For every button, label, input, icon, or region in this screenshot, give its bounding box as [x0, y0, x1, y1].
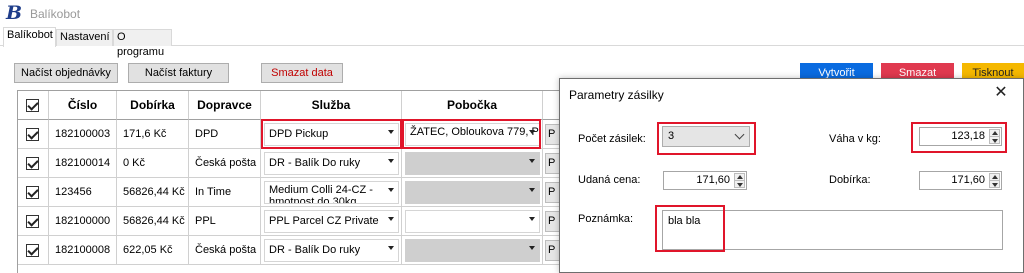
pobocka-dropdown: [405, 239, 540, 262]
dobirka-value: 171,60: [951, 174, 985, 186]
sluzba-value: DR - Balík Do ruky: [269, 244, 361, 256]
sluzba-dropdown[interactable]: DR - Balík Do ruky: [264, 239, 399, 262]
window-title: Balíkobot: [30, 7, 81, 21]
tab-bar: Balíkobot Nastavení O programu: [0, 27, 1024, 58]
sluzba-dropdown[interactable]: DR - Balík Do ruky: [264, 152, 399, 175]
pobocka-dropdown: [405, 152, 540, 175]
cell-dopravce: DPD: [189, 120, 261, 149]
app-window: B Balíkobot Balíkobot Nastavení O progra…: [0, 0, 1024, 273]
column-header-dopravce[interactable]: Dopravce: [189, 91, 261, 120]
cell-pobocka: [402, 207, 543, 236]
dropdown-arrow-icon: [388, 217, 394, 221]
dropdown-arrow-icon: [529, 246, 535, 250]
cell-cislo: 123456: [49, 178, 117, 207]
pocet-highlight: [657, 122, 756, 155]
column-header-cislo[interactable]: Číslo: [49, 91, 117, 120]
dropdown-arrow-icon: [529, 217, 535, 221]
udana-cena-input[interactable]: 171,60: [663, 171, 747, 190]
poznamka-highlight: [655, 205, 725, 252]
row-checkbox[interactable]: [26, 215, 39, 228]
table-row[interactable]: 182100008 622,05 Kč Česká pošta DR - Bal…: [18, 236, 561, 265]
poznamka-label: Poznámka:: [578, 213, 634, 225]
row-checkbox[interactable]: [26, 186, 39, 199]
sluzba-highlight: [261, 119, 402, 149]
row-select-cell[interactable]: [18, 178, 49, 207]
udana-cena-label: Udaná cena:: [578, 174, 641, 186]
cell-pobocka: [402, 149, 543, 178]
cell-dopravce: Česká pošta: [189, 149, 261, 178]
load-orders-button[interactable]: Načíst objednávky: [14, 63, 118, 83]
dropdown-arrow-icon: [388, 188, 394, 192]
cell-cislo: 182100014: [49, 149, 117, 178]
udana-cena-value: 171,60: [696, 174, 730, 186]
row-checkbox[interactable]: [26, 244, 39, 257]
row-checkbox[interactable]: [26, 128, 39, 141]
dropdown-arrow-icon: [388, 159, 394, 163]
dropdown-arrow-icon: [529, 159, 535, 163]
column-header-dobirka[interactable]: Dobírka: [117, 91, 189, 120]
dobirka-input[interactable]: 171,60: [919, 171, 1002, 190]
column-header-pobocka[interactable]: Pobočka: [402, 91, 543, 120]
sluzba-dropdown[interactable]: Medium Colli 24-CZ - hmotnost do 30kg: [264, 181, 399, 204]
app-logo-icon: B: [6, 2, 23, 24]
orders-table: Číslo Dobírka Dopravce Služba Pobočka 18…: [17, 90, 562, 273]
tab-nastaveni[interactable]: Nastavení: [56, 29, 113, 46]
pobocka-highlight: [402, 119, 541, 149]
delete-data-button[interactable]: Smazat data: [261, 63, 343, 83]
cell-dopravce: In Time: [189, 178, 261, 207]
close-icon[interactable]: ✕: [993, 85, 1009, 101]
cell-dobirka: 56826,44 Kč: [117, 178, 189, 207]
cell-dobirka: 171,6 Kč: [117, 120, 189, 149]
select-all-checkbox[interactable]: [26, 99, 39, 112]
row-select-cell[interactable]: [18, 149, 49, 178]
dobirka-label: Dobírka:: [829, 174, 871, 186]
dropdown-arrow-icon: [388, 246, 394, 250]
pocet-label: Počet zásilek:: [578, 133, 646, 145]
spin-down-icon[interactable]: [989, 180, 1000, 188]
tab-o-programu[interactable]: O programu: [113, 29, 172, 58]
vaha-highlight: [911, 122, 1007, 153]
title-bar: B Balíkobot: [0, 0, 1024, 28]
sluzba-value: PPL Parcel CZ Private: [269, 215, 379, 227]
cell-sluzba: PPL Parcel CZ Private: [261, 207, 402, 236]
cell-dobirka: 622,05 Kč: [117, 236, 189, 265]
column-header-sluzba[interactable]: Služba: [261, 91, 402, 120]
sluzba-value: DR - Balík Do ruky: [269, 157, 361, 169]
table-row[interactable]: 182100014 0 Kč Česká pošta DR - Balík Do…: [18, 149, 561, 178]
select-all-cell[interactable]: [18, 91, 49, 120]
table-header: Číslo Dobírka Dopravce Služba Pobočka: [18, 91, 561, 120]
row-checkbox[interactable]: [26, 157, 39, 170]
cell-cislo: 182100008: [49, 236, 117, 265]
spin-down-icon[interactable]: [734, 180, 745, 188]
row-select-cell[interactable]: [18, 207, 49, 236]
cell-pobocka: [402, 236, 543, 265]
cell-dobirka: 0 Kč: [117, 149, 189, 178]
table-row[interactable]: 182100000 56826,44 Kč PPL PPL Parcel CZ …: [18, 207, 561, 236]
row-select-cell[interactable]: [18, 120, 49, 149]
table-row[interactable]: 123456 56826,44 Kč In Time Medium Colli …: [18, 178, 561, 207]
cell-pobocka: [402, 178, 543, 207]
tab-balikobot[interactable]: Balíkobot: [3, 27, 56, 47]
cell-sluzba: DR - Balík Do ruky: [261, 236, 402, 265]
cell-cislo: 182100000: [49, 207, 117, 236]
cell-sluzba: DR - Balík Do ruky: [261, 149, 402, 178]
pobocka-dropdown: [405, 181, 540, 204]
sluzba-dropdown[interactable]: PPL Parcel CZ Private: [264, 210, 399, 233]
cell-dobirka: 56826,44 Kč: [117, 207, 189, 236]
cell-dopravce: Česká pošta: [189, 236, 261, 265]
parcel-parameters-dialog: Parametry zásilky ✕ Počet zásilek: 3 Váh…: [559, 78, 1024, 273]
dropdown-arrow-icon: [529, 188, 535, 192]
pobocka-dropdown[interactable]: [405, 210, 540, 233]
cell-cislo: 182100003: [49, 120, 117, 149]
vaha-label: Váha v kg:: [829, 133, 881, 145]
sluzba-value: Medium Colli 24-CZ - hmotnost do 30kg: [269, 184, 373, 204]
load-invoices-button[interactable]: Načíst faktury: [128, 63, 229, 83]
row-select-cell[interactable]: [18, 236, 49, 265]
cell-sluzba: Medium Colli 24-CZ - hmotnost do 30kg: [261, 178, 402, 207]
cell-dopravce: PPL: [189, 207, 261, 236]
dialog-title: Parametry zásilky: [569, 88, 664, 102]
